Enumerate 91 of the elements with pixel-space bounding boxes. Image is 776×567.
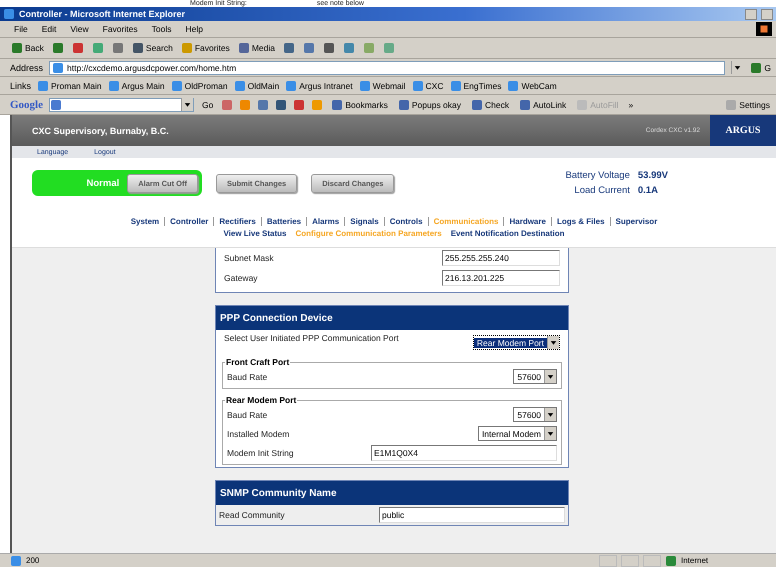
toolbar-button[interactable]: Favorites [180,42,231,54]
nav-link[interactable]: System [130,217,160,226]
nav-link[interactable]: Hardware [509,217,546,226]
settings-button[interactable]: Settings [723,98,772,110]
nav-link[interactable]: Controls [390,217,423,226]
minimize-button[interactable] [745,8,757,20]
text-field[interactable]: public [379,507,565,523]
go-button[interactable]: Go [200,100,216,110]
sub-nav-link[interactable]: Event Notification Destination [450,229,565,238]
field-label: Select User Initiated PPP Communication Port [224,333,400,343]
toolbar-icon [221,98,234,110]
link-item[interactable]: OldProman [170,80,228,92]
google-toolbar-button[interactable]: Popups okay [396,98,464,110]
nav-link[interactable]: Rectifiers [219,217,256,226]
status-text: 200 [26,556,40,565]
windows-logo-icon [756,22,772,36]
panel-title: PPP Connection Device [216,306,568,330]
site-title: CXC Supervisory, Burnaby, B.C. [32,126,170,136]
group-title: Front Craft Port [225,357,290,367]
menu-item[interactable]: Help [181,24,207,34]
google-logo: Google [10,98,43,110]
group-title: Rear Modem Port [225,395,298,405]
dropdown[interactable]: 57600 [513,407,557,422]
reading-value: 0.1A [638,185,659,196]
menu-item[interactable]: Edit [38,24,60,34]
go-button[interactable]: G [749,62,772,74]
field-label: Subnet Mask [224,253,274,263]
link-item[interactable]: Argus Main [108,80,165,92]
link-item[interactable]: Proman Main [37,80,102,92]
toolbar-icon [239,98,252,110]
google-search-field[interactable] [49,98,194,112]
links-label: Links [10,80,32,90]
text-field[interactable]: 255.255.255.240 [442,250,560,266]
argus-logo: ARGUS [710,115,776,146]
status-text: Normal [86,178,120,188]
nav-link[interactable]: Logs & Files [556,217,605,226]
nav-link[interactable]: Controller [170,217,208,226]
toolbar-icon [398,98,410,110]
reading-value: 53.99V [638,170,668,181]
menu-item[interactable]: Favorites [98,24,142,34]
toolbar-icon [471,98,484,110]
nav-link[interactable]: Alarms [312,217,340,226]
status-pane [621,554,639,566]
status-pane [643,554,661,566]
nav-link[interactable]: Supervisor [616,217,658,226]
link-item[interactable]: Webmail [358,80,406,92]
google-toolbar-button[interactable]: Check [469,98,512,110]
address-label: Address [10,62,44,72]
nav-link[interactable]: Batteries [266,217,302,226]
menu-item[interactable]: Tools [148,24,176,34]
reading-label: Battery Voltage [565,170,630,181]
field-label: Installed Modem [227,428,290,438]
field-label: Modem Init String [227,448,294,458]
panel-title: SNMP Community Name [216,481,568,505]
link-item[interactable]: OldMain [234,80,280,92]
link-item[interactable]: CXC [412,80,444,92]
text-field[interactable]: E1M1Q0X4 [371,444,557,460]
menu-item[interactable]: View [66,24,93,34]
dropdown[interactable]: Internal Modem [478,426,557,441]
nav-link[interactable]: Signals [350,217,379,226]
dropdown[interactable]: 57600 [513,369,557,384]
toolbar-button[interactable]: Media [236,42,276,54]
google-toolbar-button[interactable]: AutoLink [517,98,568,110]
toolbar-button[interactable]: Search [130,42,174,54]
link-item[interactable]: EngTimes [450,80,502,92]
toolbar-icon [275,98,288,110]
field-label: Read Community [219,510,285,520]
toolbar-icon [519,98,532,110]
address-field[interactable]: http://cxcdemo.argusdcpower.com/home.htm [49,60,726,74]
link-item[interactable]: WebCam [507,80,557,92]
zone-text: Internet [681,556,710,565]
toolbar-icon [311,98,324,110]
window-title: Controller - Microsoft Internet Explorer [19,9,186,19]
google-toolbar-button[interactable]: Bookmarks [329,98,390,110]
toolbar-button[interactable]: Back [10,42,45,54]
status-pane [599,554,617,566]
link-item[interactable]: Argus Intranet [285,80,353,92]
text-field[interactable]: 216.13.201.225 [442,270,560,286]
toolbar-icon [331,98,344,110]
toolbar-icon [576,98,588,110]
toolbar-icon [293,98,306,110]
menu-item[interactable]: File [10,24,32,34]
restore-button[interactable] [761,8,773,20]
toolbar-icon [257,98,270,110]
port-select[interactable]: Rear Modem Port [472,335,560,350]
field-label: Baud Rate [227,372,268,382]
more-button[interactable]: » [626,100,636,110]
field-label: Gateway [224,273,258,283]
reading-label: Load Current [573,185,630,196]
sub-nav-link[interactable]: View Live Status [223,229,286,238]
field-label: Baud Rate [227,410,268,420]
